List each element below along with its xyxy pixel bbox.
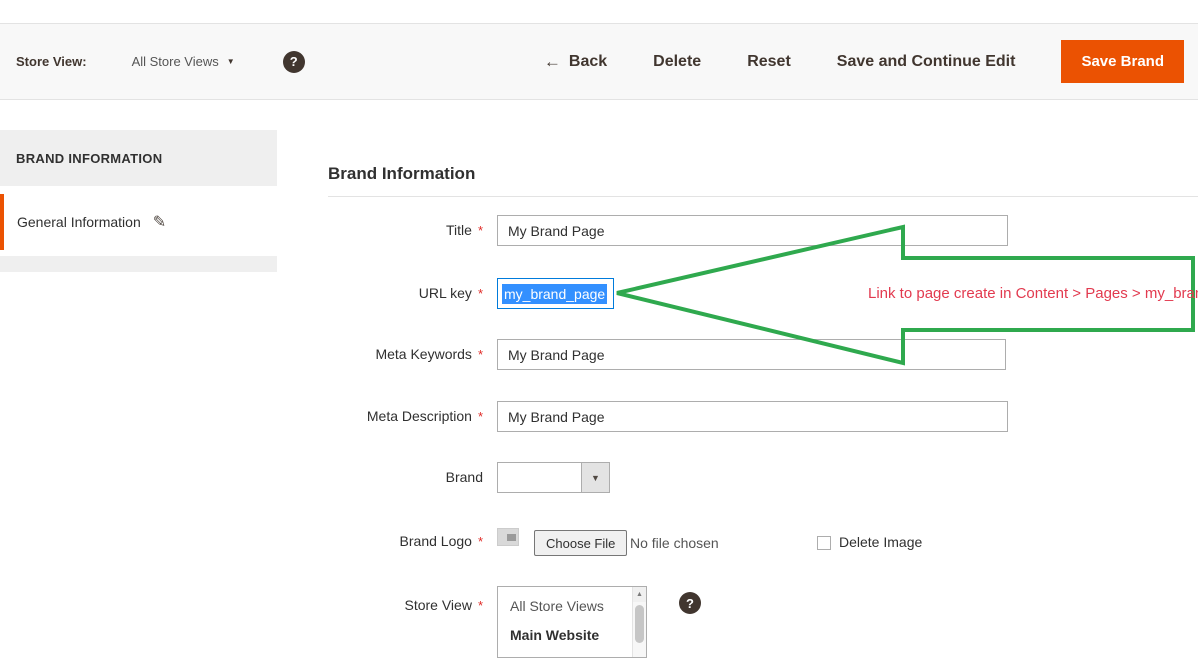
multiselect-scrollbar[interactable]: ▲ (632, 587, 646, 657)
back-button-label: Back (569, 53, 607, 71)
annotation-text: Link to page create in Content > Pages >… (868, 285, 1198, 302)
required-asterisk: * (478, 409, 483, 424)
brand-logo-thumbnail (497, 528, 519, 546)
section-title: Brand Information (328, 164, 475, 184)
title-label: Title* (328, 215, 483, 246)
store-view-switcher-label: Store View: (16, 54, 87, 69)
sidebar-divider-strip (0, 256, 277, 272)
reset-button[interactable]: Reset (747, 53, 791, 71)
scrollbar-thumb[interactable] (635, 605, 644, 643)
store-view-option-all[interactable]: All Store Views (498, 587, 646, 614)
brand-select[interactable]: ▼ (497, 462, 610, 493)
chevron-down-icon[interactable]: ▼ (227, 57, 235, 66)
meta-keywords-field[interactable] (497, 339, 1006, 370)
delete-image-label: Delete Image (839, 534, 922, 550)
meta-keywords-label: Meta Keywords* (328, 339, 483, 370)
save-brand-button[interactable]: Save Brand (1061, 40, 1184, 83)
scroll-up-icon[interactable]: ▲ (633, 587, 646, 602)
delete-image-checkbox[interactable] (817, 536, 831, 550)
brand-logo-label: Brand Logo* (328, 526, 483, 557)
choose-file-button[interactable]: Choose File (534, 530, 627, 556)
back-arrow-icon: ← (544, 52, 561, 72)
page-actions-toolbar: Store View: All Store Views ▼ ? ← Back D… (0, 23, 1198, 100)
required-asterisk: * (478, 598, 483, 613)
save-and-continue-button[interactable]: Save and Continue Edit (837, 53, 1016, 71)
url-key-label: URL key* (328, 278, 483, 309)
store-view-switcher[interactable]: Store View: All Store Views ▼ ? (0, 51, 305, 73)
sidebar-header: BRAND INFORMATION (0, 130, 277, 186)
edit-pencil-icon: ✎ (153, 212, 166, 232)
meta-description-field[interactable] (497, 401, 1008, 432)
no-file-chosen-text: No file chosen (630, 535, 719, 551)
brand-label: Brand (328, 462, 483, 493)
sidebar-item-general-information[interactable]: General Information ✎ (0, 194, 277, 250)
store-view-switcher-value[interactable]: All Store Views (132, 54, 219, 69)
delete-button[interactable]: Delete (653, 53, 701, 71)
store-view-label: Store View* (328, 590, 483, 621)
url-key-field[interactable]: my_brand_page (497, 278, 614, 309)
back-button[interactable]: ← Back (544, 52, 607, 72)
required-asterisk: * (478, 534, 483, 549)
store-view-option-main-website[interactable]: Main Website (498, 614, 646, 643)
required-asterisk: * (478, 286, 483, 301)
help-icon[interactable]: ? (283, 51, 305, 73)
select-caret-icon[interactable]: ▼ (581, 463, 609, 492)
required-asterisk: * (478, 223, 483, 238)
store-view-help-icon[interactable]: ? (679, 592, 701, 614)
sidebar-item-label: General Information (17, 214, 141, 230)
required-asterisk: * (478, 347, 483, 362)
section-divider (328, 196, 1198, 197)
meta-description-label: Meta Description* (328, 401, 483, 432)
title-field[interactable] (497, 215, 1008, 246)
toolbar-buttons: ← Back Delete Reset Save and Continue Ed… (544, 40, 1198, 83)
url-key-selected-text: my_brand_page (502, 284, 607, 304)
store-view-multiselect[interactable]: All Store Views Main Website ▲ (497, 586, 647, 658)
